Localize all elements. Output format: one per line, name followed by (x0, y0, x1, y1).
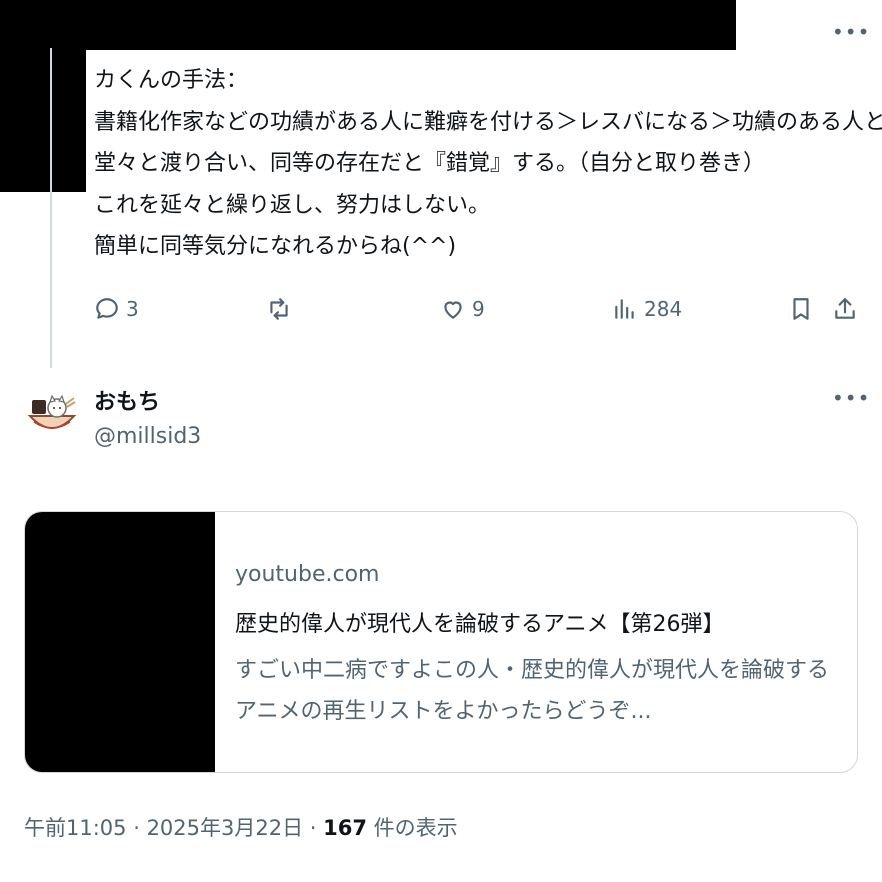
views-icon (615, 299, 634, 319)
post-line: 簡単に同等気分になれるからね(^^) (94, 234, 457, 259)
like-button[interactable]: 9 (440, 296, 485, 322)
bookmark-button[interactable] (788, 296, 814, 322)
author-name[interactable]: おもち (94, 384, 160, 416)
like-icon (444, 301, 462, 319)
card-domain: youtube.com (235, 562, 380, 587)
reply-button[interactable]: 3 (94, 296, 139, 322)
post-time[interactable]: 午前11:05 (24, 816, 127, 840)
like-count: 9 (472, 297, 485, 321)
post-more-icon[interactable]: ••• (832, 22, 870, 42)
share-icon (835, 298, 855, 319)
author-handle[interactable]: @millsid3 (94, 424, 201, 449)
redacted-avatar-block (0, 0, 86, 192)
views-label: 件の表示 (366, 816, 458, 840)
meta-separator: · (303, 816, 324, 840)
post-line: これを延々と繰り返し、努力はしない。 (94, 192, 491, 218)
reply-icon (96, 298, 118, 319)
post-text: カくんの手法： 書籍化作家などの功績がある人に難癖を付ける＞レスバになる＞功績の… (94, 60, 882, 268)
repost-button[interactable] (266, 296, 292, 322)
card-thumbnail-redacted (25, 512, 215, 772)
card-description: すごい中二病ですよこの人・歴史的偉人が現代人を論破するアニメの再生リストをよかっ… (235, 658, 830, 724)
redacted-header-block (0, 0, 736, 50)
repost-icon (270, 298, 288, 320)
post-date[interactable]: 2025年3月22日 (147, 816, 304, 840)
views-total: 167 (323, 816, 367, 840)
post-line: 堂々と渡り合い、同等の存在だと『錯覚』する。（自分と取り巻き） (94, 151, 766, 176)
views-count: 284 (644, 297, 683, 321)
post-meta: 午前11:05 · 2025年3月22日 · 167 件の表示 (24, 812, 458, 842)
link-preview-card[interactable]: youtube.com 歴史的偉人が現代人を論破するアニメ【第26弾】 すごい中… (24, 511, 858, 773)
views-button[interactable]: 284 (612, 296, 682, 322)
post-line: カくんの手法： (94, 68, 249, 93)
card-title: 歴史的偉人が現代人を論破するアニメ【第26弾】 (235, 612, 725, 637)
meta-separator: · (126, 816, 147, 840)
post-line: 書籍化作家などの功績がある人に難癖を付ける＞レスバになる＞功績のある人と (94, 109, 882, 135)
reply-count: 3 (126, 297, 139, 321)
post-action-bar: 3 9 284 (0, 296, 882, 330)
reply-more-icon[interactable]: ••• (832, 388, 870, 408)
avatar[interactable] (26, 388, 78, 440)
bookmark-icon (793, 298, 809, 320)
share-button[interactable] (832, 296, 858, 322)
ramen-cat-avatar-icon (27, 394, 77, 429)
